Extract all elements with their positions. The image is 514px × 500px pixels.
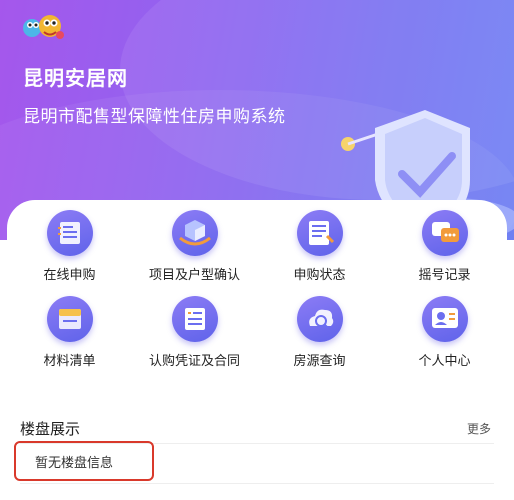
menu-item-apply-status[interactable]: 申购状态 — [257, 210, 382, 283]
menu-item-material-list[interactable]: 材料清单 — [7, 296, 132, 369]
listings-section-title: 楼盘展示 — [20, 420, 81, 438]
menu-item-house-search[interactable]: 房源查询 — [257, 296, 382, 369]
menu-item-lottery-record[interactable]: 摇号记录 — [382, 210, 507, 283]
logo-icon — [23, 15, 64, 39]
divider — [20, 483, 494, 484]
menu-item-label: 摇号记录 — [418, 268, 471, 283]
menu-item-label: 在线申购 — [43, 268, 96, 283]
house-search-icon — [296, 296, 343, 342]
menu-item-voucher-contract[interactable]: 认购凭证及合同 — [132, 296, 257, 369]
menu-item-project-confirm[interactable]: 项目及户型确认 — [132, 210, 257, 283]
listings-more-link[interactable]: 更多 — [467, 420, 491, 437]
menu-item-label: 申购状态 — [293, 268, 346, 283]
material-list-icon — [46, 296, 93, 342]
project-confirm-icon — [171, 210, 218, 256]
menu-item-personal-center[interactable]: 个人中心 — [382, 296, 507, 369]
menu-item-label: 个人中心 — [418, 354, 471, 369]
voucher-contract-icon — [171, 296, 218, 342]
lottery-record-icon — [421, 210, 468, 256]
empty-state-text: 暂无楼盘信息 — [35, 456, 114, 471]
menu-item-label: 房源查询 — [293, 354, 346, 369]
menu-item-label: 项目及户型确认 — [148, 268, 240, 283]
online-apply-icon — [46, 210, 93, 256]
menu-item-online-apply[interactable]: 在线申购 — [7, 210, 132, 283]
app-title: 昆明安居网 — [23, 66, 128, 90]
personal-center-icon — [421, 296, 468, 342]
app-subtitle: 昆明市配售型保障性住房申购系统 — [23, 107, 286, 127]
menu-item-label: 认购凭证及合同 — [148, 354, 240, 369]
menu-item-label: 材料清单 — [43, 354, 96, 369]
apply-status-icon — [296, 210, 343, 256]
